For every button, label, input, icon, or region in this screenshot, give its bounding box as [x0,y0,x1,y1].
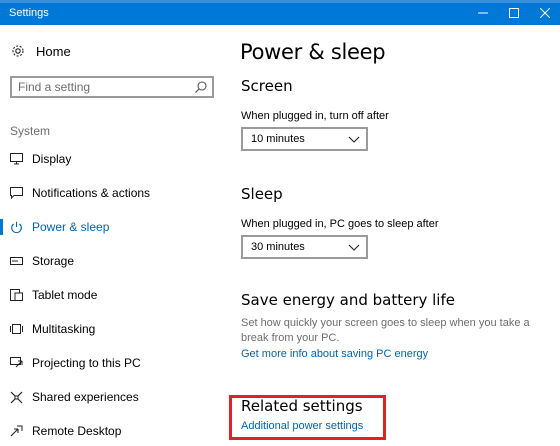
search-input[interactable] [18,80,188,94]
section-label-system: System [10,124,51,138]
sidebar-item-label: Power & sleep [32,220,110,234]
power-icon [9,220,23,234]
sidebar-item-label: Tablet mode [32,288,98,302]
sidebar-item-label: Notifications & actions [32,186,151,200]
display-icon [9,152,23,166]
gear-icon [10,43,26,59]
screen-timeout-label: When plugged in, turn off after [241,110,389,122]
minimize-button[interactable] [466,2,500,23]
sidebar-item-shared-experiences[interactable]: Shared experiences [0,380,225,414]
notifications-icon [9,186,23,200]
shared-experiences-icon [9,390,23,404]
sidebar-item-multitasking[interactable]: Multitasking [0,312,225,346]
sidebar-item-remote-desktop[interactable]: Remote Desktop [0,414,225,446]
chevron-down-icon [348,134,360,144]
search-box[interactable] [10,76,214,98]
screen-heading: Screen [241,77,293,95]
sleep-timeout-label: When plugged in, PC goes to sleep after [241,218,439,230]
active-indicator [0,219,3,235]
sidebar-item-label: Storage [32,254,75,268]
energy-info-link[interactable]: Get more info about saving PC energy [241,348,428,360]
search-icon[interactable] [194,80,208,94]
multitasking-icon [9,322,23,336]
sidebar-item-label: Remote Desktop [32,424,122,438]
remote-desktop-icon [9,424,23,438]
chevron-down-icon [348,242,360,252]
sleep-timeout-value: 30 minutes [251,241,305,253]
screen-timeout-value: 10 minutes [251,133,305,145]
sidebar-item-power-sleep[interactable]: Power & sleep [0,210,225,244]
save-energy-description: Set how quickly your screen goes to slee… [241,317,530,344]
sidebar-item-display[interactable]: Display [0,142,225,176]
highlight-annotation [229,395,386,440]
window-title: Settings [9,7,49,19]
page-title: Power & sleep [240,40,386,64]
close-button[interactable] [528,2,560,23]
sidebar-item-label: Display [32,152,72,166]
close-icon [540,7,550,18]
title-bar: Settings [0,0,560,25]
screen-timeout-dropdown[interactable]: 10 minutes [241,127,368,151]
sleep-heading: Sleep [241,185,283,203]
sleep-timeout-dropdown[interactable]: 30 minutes [241,235,368,259]
sidebar-item-label: Multitasking [32,322,96,336]
sidebar-item-storage[interactable]: Storage [0,244,225,278]
home-label: Home [36,43,71,59]
maximize-icon [509,7,519,18]
sidebar-item-label: Shared experiences [32,390,139,404]
sidebar-item-projecting[interactable]: Projecting to this PC [0,346,225,380]
sidebar-item-notifications[interactable]: Notifications & actions [0,176,225,210]
sidebar-item-tablet-mode[interactable]: Tablet mode [0,278,225,312]
sidebar-item-label: Projecting to this PC [32,356,141,370]
main-content: Power & sleep Screen When plugged in, tu… [225,25,560,446]
tablet-mode-icon [9,288,23,302]
minimize-icon [478,12,488,13]
sidebar: Home System Display Notifications & acti… [0,25,225,446]
maximize-button[interactable] [497,2,531,23]
storage-icon [9,254,23,268]
home-nav-item[interactable]: Home [10,43,71,59]
projecting-icon [9,356,23,370]
save-energy-heading: Save energy and battery life [241,291,455,309]
